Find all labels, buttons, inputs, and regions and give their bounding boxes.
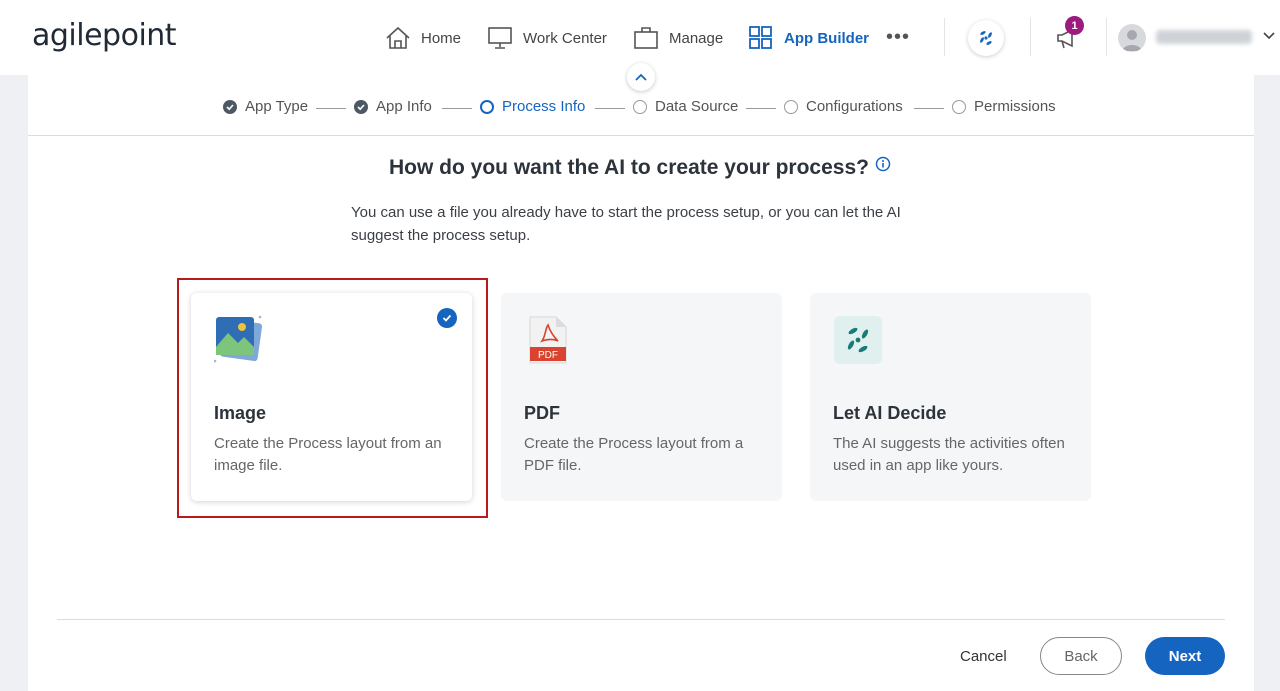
briefcase-icon [634, 27, 658, 49]
check-icon [223, 99, 237, 114]
user-icon [1122, 30, 1142, 51]
collapse-header-button[interactable] [627, 63, 655, 91]
card-title: PDF [524, 403, 560, 423]
page-description: You can use a file you already have to s… [351, 204, 901, 244]
step-process-info[interactable]: Process Info [480, 98, 585, 115]
step-label: Process Info [502, 98, 586, 115]
step-permissions[interactable]: Permissions [952, 98, 1056, 115]
user-avatar[interactable] [1118, 24, 1146, 52]
pdf-file-icon: PDF [528, 315, 568, 370]
card-description: Create the Process layout from an image … [214, 435, 442, 474]
step-connector [316, 108, 346, 109]
step-pending-icon [784, 99, 798, 114]
image-file-icon [213, 315, 264, 370]
step-connector [595, 108, 625, 109]
nav-app-builder-label: App Builder [784, 29, 869, 47]
selected-check-icon [437, 308, 457, 328]
info-icon[interactable] [875, 154, 891, 178]
agilepoint-logo[interactable]: agilepoint [32, 18, 177, 53]
ai-sparkle-icon [833, 315, 883, 370]
nav-manage[interactable]: Manage [633, 24, 723, 52]
page-title-text: How do you want the AI to create your pr… [389, 156, 869, 179]
nav-divider [944, 18, 945, 56]
step-connector [914, 108, 944, 109]
step-current-icon [480, 99, 494, 114]
step-pending-icon [633, 99, 647, 114]
nav-home-label: Home [421, 29, 462, 47]
nav-divider [1030, 18, 1031, 56]
step-label: Configurations [806, 98, 903, 115]
nav-work-center-label: Work Center [523, 29, 607, 47]
nav-app-builder[interactable]: App Builder [748, 24, 869, 52]
cancel-button[interactable]: Cancel [960, 641, 1007, 671]
card-title: Image [214, 403, 267, 423]
next-button[interactable]: Next [1145, 637, 1225, 675]
step-connector [442, 108, 472, 109]
step-app-info[interactable]: App Info [354, 98, 432, 115]
nav-manage-label: Manage [669, 29, 724, 47]
monitor-icon [488, 27, 512, 49]
footer-divider [57, 619, 1225, 620]
page-title: How do you want the AI to create your pr… [0, 156, 1280, 180]
nav-work-center[interactable]: Work Center [487, 24, 607, 52]
step-label: Data Source [655, 98, 739, 115]
user-name-redacted[interactable] [1156, 30, 1252, 44]
option-card-image[interactable]: Image Create the Process layout from an … [191, 293, 472, 501]
stepper-divider [28, 135, 1254, 136]
step-label: App Type [245, 98, 309, 115]
step-connector [746, 108, 776, 109]
ai-assistant-button[interactable] [968, 20, 1004, 56]
more-menu-icon[interactable]: ••• [886, 26, 910, 49]
step-data-source[interactable]: Data Source [633, 98, 738, 115]
nav-home[interactable]: Home [385, 24, 461, 52]
step-label: Permissions [974, 98, 1056, 115]
card-description: The AI suggests the activities often use… [833, 435, 1065, 474]
step-app-type[interactable]: App Type [223, 98, 308, 115]
back-button[interactable]: Back [1040, 637, 1122, 675]
option-card-pdf[interactable]: PDF PDF Create the Process layout from a… [501, 293, 782, 501]
card-title: Let AI Decide [833, 403, 947, 423]
step-label: App Info [376, 98, 432, 115]
notification-badge: 1 [1065, 16, 1084, 35]
nav-divider [1106, 18, 1107, 56]
step-pending-icon [952, 99, 966, 114]
step-configurations[interactable]: Configurations [784, 98, 903, 115]
chevron-down-icon[interactable] [1262, 30, 1276, 42]
card-description: Create the Process layout from a PDF fil… [524, 435, 744, 474]
chevron-up-icon [635, 73, 647, 81]
option-card-let-ai-decide[interactable]: Let AI Decide The AI suggests the activi… [810, 293, 1091, 501]
pdf-icon-label: PDF [538, 350, 558, 361]
home-icon [386, 26, 410, 49]
app-grid-icon [749, 26, 772, 49]
wizard-stepper: App Type App Info Process Info Data Sour… [0, 98, 1280, 118]
ai-sparkle-icon [980, 31, 992, 45]
check-icon [354, 99, 368, 114]
